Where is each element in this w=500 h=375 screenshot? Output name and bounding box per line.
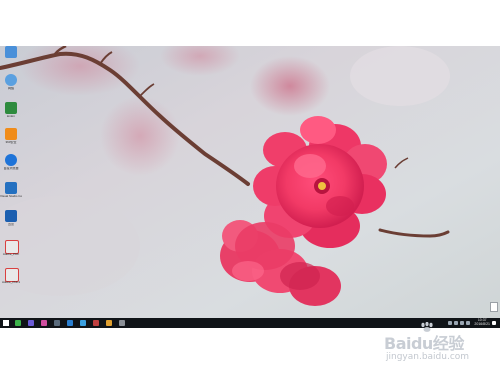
taskbar-app-1[interactable] <box>28 320 34 326</box>
desktop-icon-visual-studio[interactable]: Visual Studio Code <box>0 182 22 208</box>
taskbar-app-8[interactable] <box>119 320 125 326</box>
pdf-icon-2 <box>5 268 19 282</box>
taskbar-app-7[interactable] <box>106 320 112 326</box>
taskbar-app-5[interactable] <box>80 320 86 326</box>
desktop-icon-xunlei[interactable]: 迅雷 <box>2 210 20 236</box>
app-icon-blue-yellow <box>5 210 17 222</box>
taskbar-app-2[interactable] <box>41 320 47 326</box>
desktop-icon-kmkm[interactable]: kmkm <box>2 102 20 128</box>
start-button[interactable] <box>3 320 9 326</box>
notification-icon[interactable] <box>492 321 496 325</box>
desktop-icon-pdf-2[interactable]: Adobe_PDF1 <box>2 268 20 294</box>
app-icon-green <box>5 102 17 114</box>
desktop-icon-network[interactable]: 网络 <box>2 74 20 100</box>
desktop-icon-baidu-browser[interactable]: 百度浏览器 <box>2 154 20 180</box>
taskbar-app-3[interactable] <box>54 320 60 326</box>
desktop-icon-pdf[interactable]: Adobe_PDF <box>2 240 20 266</box>
pdf-icon <box>5 240 19 254</box>
desktop-icon-label: Adobe_PDF1 <box>1 281 20 284</box>
desktop-icon-360[interactable]: 360安全 <box>2 128 20 154</box>
desktop-icon-label: 迅雷 <box>7 223 14 226</box>
app-icon-blue-s <box>5 154 17 166</box>
desktop-icon-label: Adobe_PDF <box>2 253 20 256</box>
wallpaper <box>0 46 500 318</box>
taskbar-app-4[interactable] <box>67 320 73 326</box>
watermark-brand: Baidu经验 <box>384 334 464 353</box>
watermark: Baidu经验 jingyan.baidu.com <box>380 322 490 368</box>
taskbar-app-6[interactable] <box>93 320 99 326</box>
desktop-icon-label: 网络 <box>7 87 14 90</box>
network-icon <box>5 74 17 86</box>
app-icon-orange <box>5 128 17 140</box>
visual-studio-icon <box>5 182 17 194</box>
desktop-icon-recycle-bin[interactable] <box>2 46 20 72</box>
desktop-screenshot: 网络 kmkm 360安全 百度浏览器 Visual Studio Code 迅… <box>0 46 500 328</box>
watermark-url: jingyan.baidu.com <box>386 352 470 362</box>
desktop-icon-column: 网络 kmkm 360安全 百度浏览器 Visual Studio Code 迅… <box>0 46 22 318</box>
desktop-file-icon[interactable] <box>490 302 498 312</box>
taskbar-app-wechat[interactable] <box>15 320 21 326</box>
desktop-icon-label: 百度浏览器 <box>3 167 19 170</box>
desktop-icon-label: 360安全 <box>5 141 17 144</box>
desktop-icon-label: kmkm <box>7 115 15 118</box>
recycle-bin-icon <box>5 46 17 58</box>
desktop-icon-label: Visual Studio Code <box>0 195 22 198</box>
